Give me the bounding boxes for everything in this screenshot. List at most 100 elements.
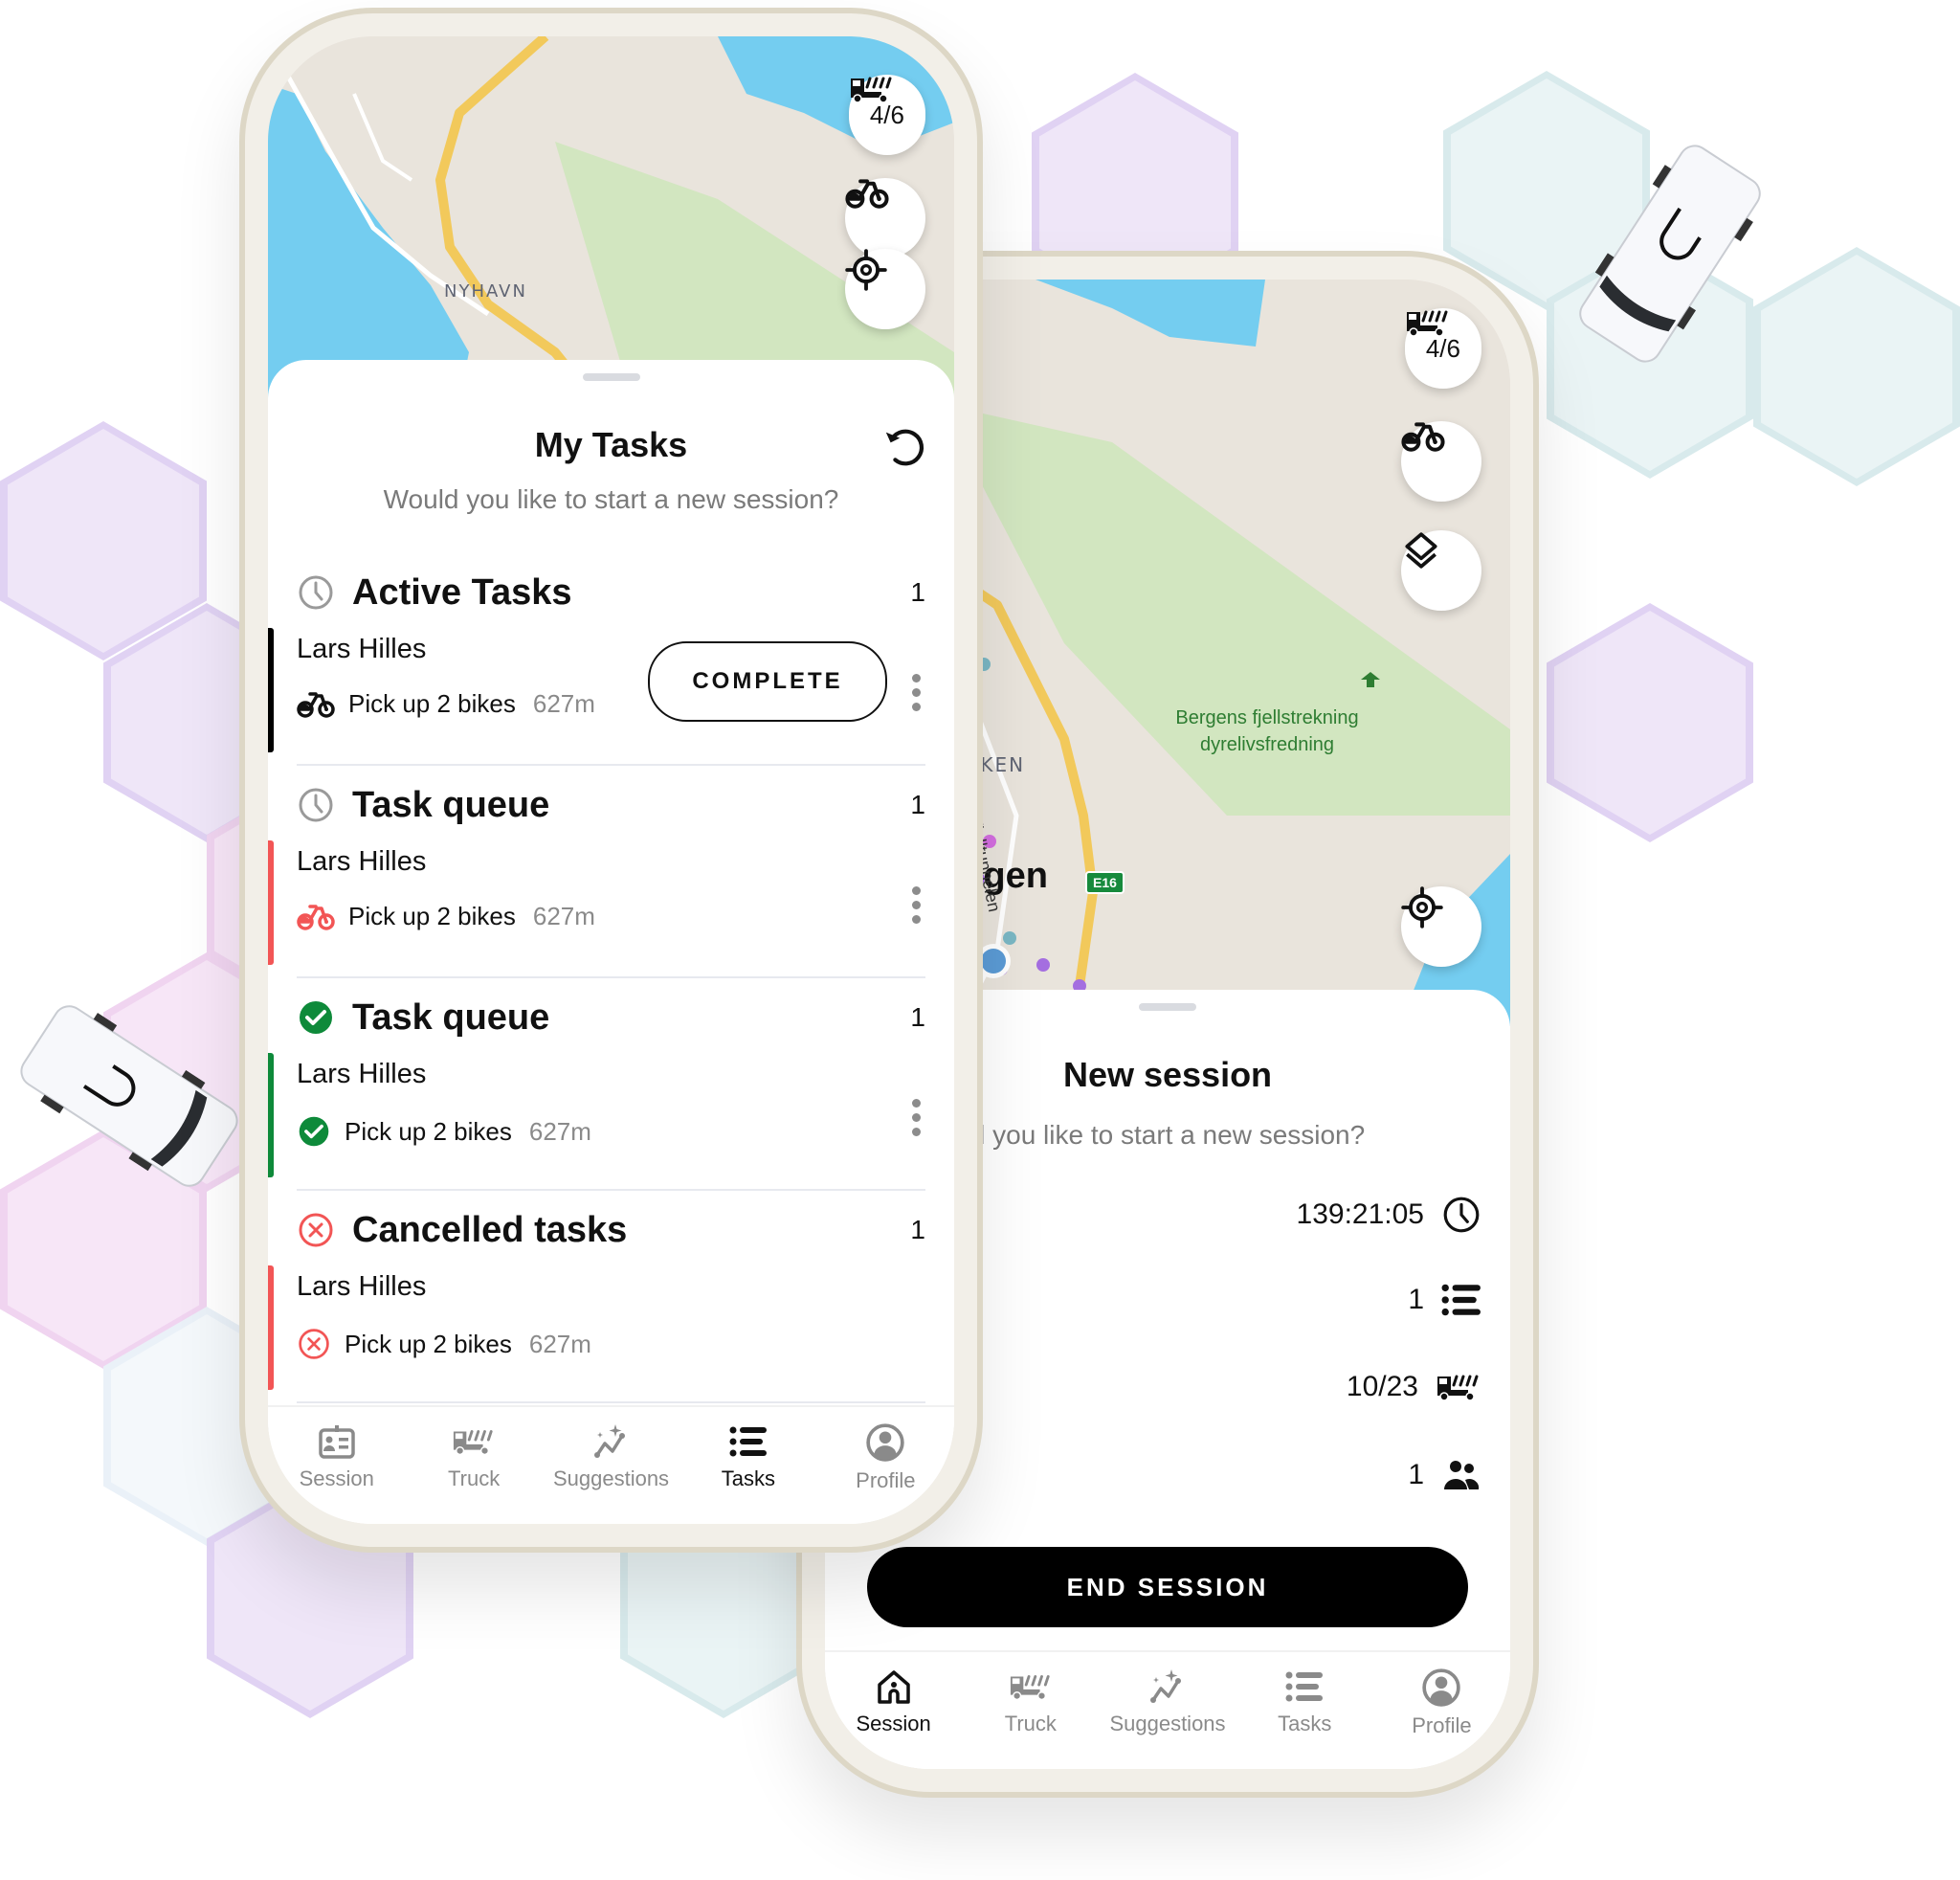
section-count: 1 [910,577,925,607]
task-name: Lars Hilles [297,846,427,877]
task-item[interactable]: Lars Hilles Pick up 2 bikes 627m [268,840,925,978]
section-header: Task queue 1 [297,994,925,1041]
tasks-map[interactable]: NYHAVN 4/6 [268,36,954,400]
truck-icon [452,1422,496,1461]
nav-label: Session [856,1712,931,1735]
nav-label: Truck [1004,1712,1057,1735]
nav-tasks[interactable]: Tasks [1236,1652,1373,1769]
task-description: Pick up 2 bikes [345,1116,512,1146]
x-circle-icon [297,1327,331,1361]
nav-suggestions[interactable]: Suggestions [1099,1652,1236,1769]
stat-load: 10/23 [1347,1371,1481,1403]
bike-icon [297,904,335,930]
check-circle-icon [297,1114,331,1149]
truck-capacity-pill[interactable]: 4/6 [848,75,925,155]
truck-icon [1405,308,1451,337]
locate-button[interactable] [1401,886,1481,967]
sheet-title: My Tasks [534,425,688,464]
list-icon [1441,1283,1481,1317]
task-line: Pick up 2 bikes 627m [297,1327,591,1361]
session-bottom-nav: Session Truck Suggestions Tasks Profile [825,1650,1510,1769]
status-bar [268,840,274,965]
profile-icon [865,1422,905,1463]
task-line: Pick up 2 bikes 627m [297,1114,591,1149]
nav-session[interactable]: Session [268,1407,405,1524]
tasks-bottom-nav: Session Truck Suggestions Tasks Profile [268,1405,954,1524]
task-line: Pick up 2 bikes 627m [297,902,595,931]
complete-button[interactable]: COMPLETE [648,641,887,722]
bike-filter-button[interactable] [1401,421,1481,502]
truck-capacity-value: 4/6 [869,100,904,129]
nav-label: Session [299,1466,374,1490]
end-session-button[interactable]: END SESSION [867,1547,1468,1627]
task-name: Lars Hilles [297,1059,427,1089]
list-icon [729,1422,768,1461]
clock-icon [1441,1195,1481,1235]
sheet-handle[interactable] [582,373,640,381]
bike-icon [1401,421,1445,452]
nav-label: Tasks [721,1466,776,1490]
section-title: Cancelled tasks [352,1209,628,1250]
nav-truck[interactable]: Truck [962,1652,1099,1769]
task-item[interactable]: Lars Hilles Pick up 2 bikes 627m COMPLET… [268,628,925,766]
more-options-icon[interactable] [910,1099,922,1136]
nav-label: Profile [856,1468,916,1492]
nav-tasks[interactable]: Tasks [679,1407,816,1524]
nav-session[interactable]: Session [825,1652,962,1769]
list-icon [1285,1667,1324,1706]
more-options-icon[interactable] [910,886,922,924]
section-count: 1 [910,790,925,819]
stat-value: 139:21:05 [1296,1198,1424,1230]
stat-value: 1 [1408,1284,1424,1315]
nav-profile[interactable]: Profile [1373,1652,1510,1769]
phone-tasks: NYHAVN 4/6 My Tasks Would you like to st… [239,8,983,1553]
more-options-icon[interactable] [910,674,922,711]
sparkle-chart-icon [592,1422,631,1461]
bike-icon [297,691,335,718]
nav-label: Truck [448,1466,501,1490]
layers-icon [1401,530,1441,571]
tasks-screen: NYHAVN 4/6 My Tasks Would you like to st… [268,36,954,1524]
park-label-line1: Bergens fjellstrekning [1175,707,1359,728]
status-bar [268,1053,274,1177]
task-description: Pick up 2 bikes [345,1329,512,1358]
section-title: Active Tasks [352,571,572,613]
stat-tasks: 1 [1408,1283,1481,1317]
section-title: Task queue [352,784,550,825]
nav-label: Profile [1412,1713,1472,1737]
stat-value: 10/23 [1346,1371,1418,1402]
nav-truck[interactable]: Truck [405,1407,542,1524]
clock-icon [297,786,335,824]
profile-icon [1421,1667,1461,1708]
bg-hexagon [1547,603,1753,842]
task-item[interactable]: Lars Hilles Pick up 2 bikes 627m [268,1265,925,1403]
section-header: Task queue 1 [297,781,925,829]
nav-suggestions[interactable]: Suggestions [543,1407,679,1524]
divider [297,1189,925,1191]
task-item[interactable]: Lars Hilles Pick up 2 bikes 627m [268,1053,925,1191]
truck-capacity-pill[interactable]: 4/6 [1404,308,1481,389]
bike-filter-button[interactable] [845,178,925,258]
tasks-sheet: My Tasks Would you like to start a new s… [268,360,954,1524]
task-distance: 627m [528,1329,591,1358]
nav-label: Suggestions [552,1466,670,1490]
clock-icon [297,573,335,612]
sheet-handle[interactable] [1139,1003,1196,1011]
stat-value: 1 [1408,1459,1424,1490]
bike-icon [845,178,889,209]
divider [297,764,925,766]
map-layers-button[interactable] [1401,530,1481,611]
nav-profile[interactable]: Profile [817,1407,954,1524]
section-header: Cancelled tasks 1 [297,1206,925,1254]
bg-hexagon [1753,247,1960,486]
task-line: Pick up 2 bikes 627m [297,689,595,719]
nav-label: Tasks [1278,1712,1332,1735]
check-circle-icon [297,998,335,1037]
task-description: Pick up 2 bikes [348,689,516,718]
divider [297,976,925,978]
people-icon [1441,1459,1481,1491]
locate-button[interactable] [845,249,925,329]
refresh-icon[interactable] [881,423,927,469]
task-description: Pick up 2 bikes [348,902,516,930]
map-label-nyhavn: NYHAVN [444,281,527,302]
